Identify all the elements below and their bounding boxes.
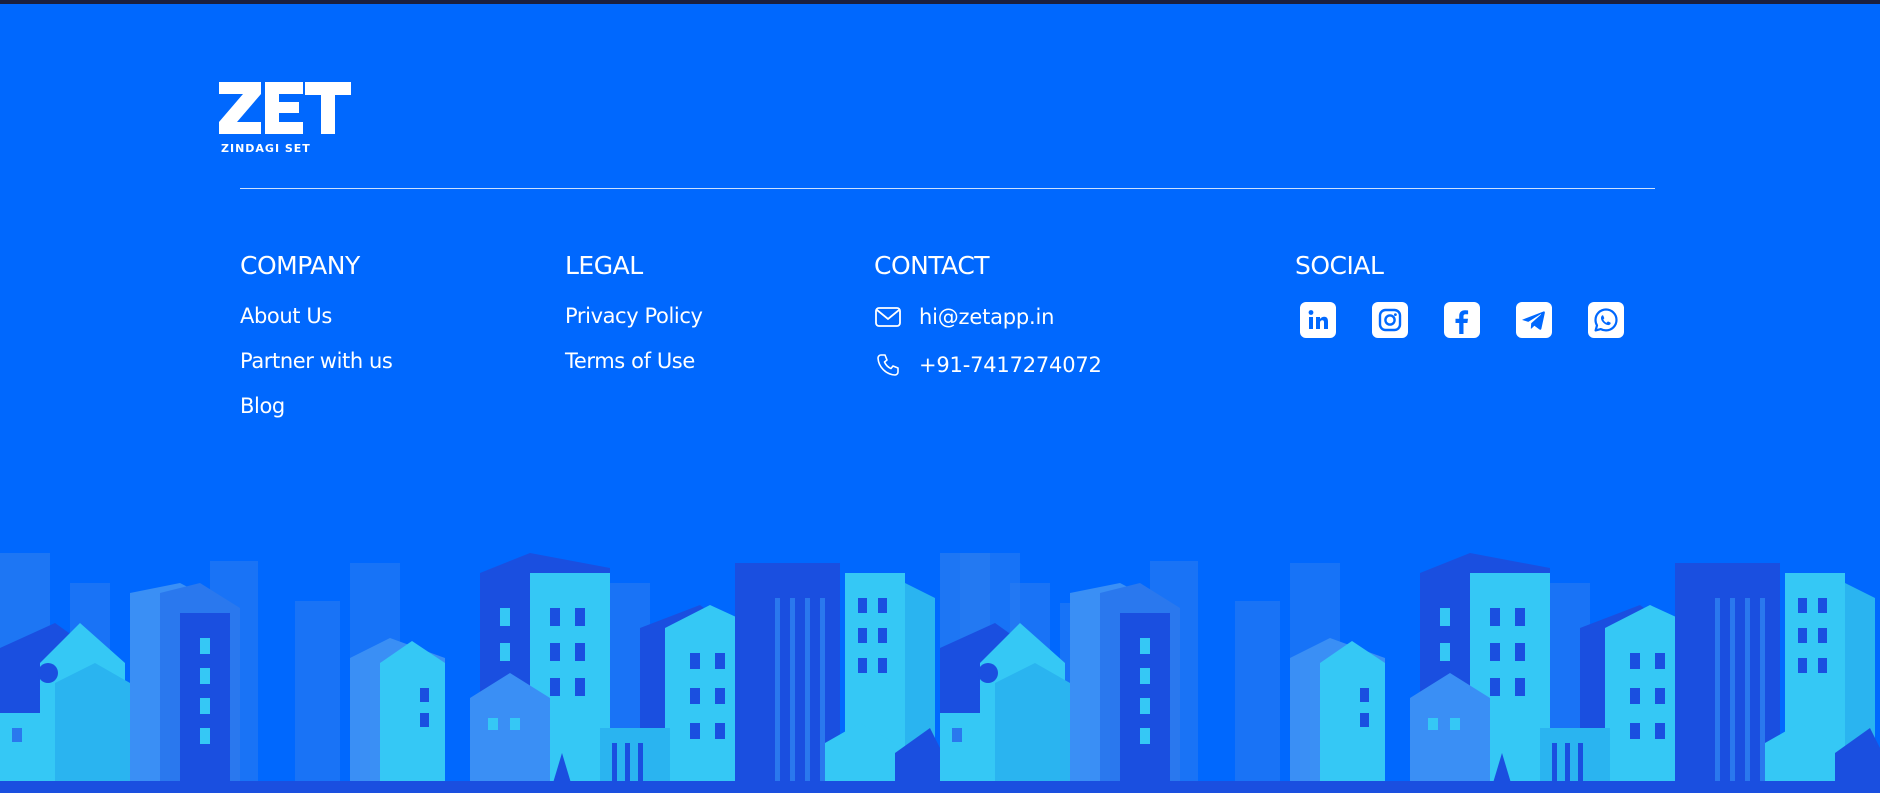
contact-heading: CONTACT [874,251,990,280]
phone-icon [874,351,902,379]
social-heading: SOCIAL [1295,251,1384,280]
privacy-policy-link[interactable]: Privacy Policy [565,302,703,330]
linkedin-icon[interactable] [1300,302,1336,338]
footer-divider [240,188,1655,189]
city-skyline-illustration [0,553,1880,793]
contact-column: CONTACT hi@zetapp.in +91-7417274072 [874,250,1102,398]
zet-logo[interactable]: ZINDAGI SET [219,82,351,164]
logo-wordmark [219,82,351,134]
phone-link[interactable]: +91-7417274072 [919,353,1102,377]
telegram-icon[interactable] [1516,302,1552,338]
legal-column: LEGAL Privacy Policy Terms of Use [565,250,703,392]
partner-with-us-link[interactable]: Partner with us [240,347,393,375]
email-link[interactable]: hi@zetapp.in [919,305,1054,329]
blog-link[interactable]: Blog [240,392,392,420]
site-footer: ZINDAGI SET COMPANY About Us Partner wit… [0,4,1880,793]
social-column: SOCIAL [1295,250,1624,338]
phone-row[interactable]: +91-7417274072 [874,350,1102,380]
logo-tagline: ZINDAGI SET [221,142,311,155]
company-heading: COMPANY [240,251,360,280]
company-column: COMPANY About Us Partner with us Blog [240,250,393,437]
instagram-icon[interactable] [1372,302,1408,338]
facebook-icon[interactable] [1444,302,1480,338]
about-us-link[interactable]: About Us [240,302,392,330]
legal-heading: LEGAL [565,251,643,280]
whatsapp-icon[interactable] [1588,302,1624,338]
terms-of-use-link[interactable]: Terms of Use [565,347,703,375]
social-icons [1300,302,1624,338]
email-row[interactable]: hi@zetapp.in [874,302,1102,332]
mail-icon [874,303,902,331]
